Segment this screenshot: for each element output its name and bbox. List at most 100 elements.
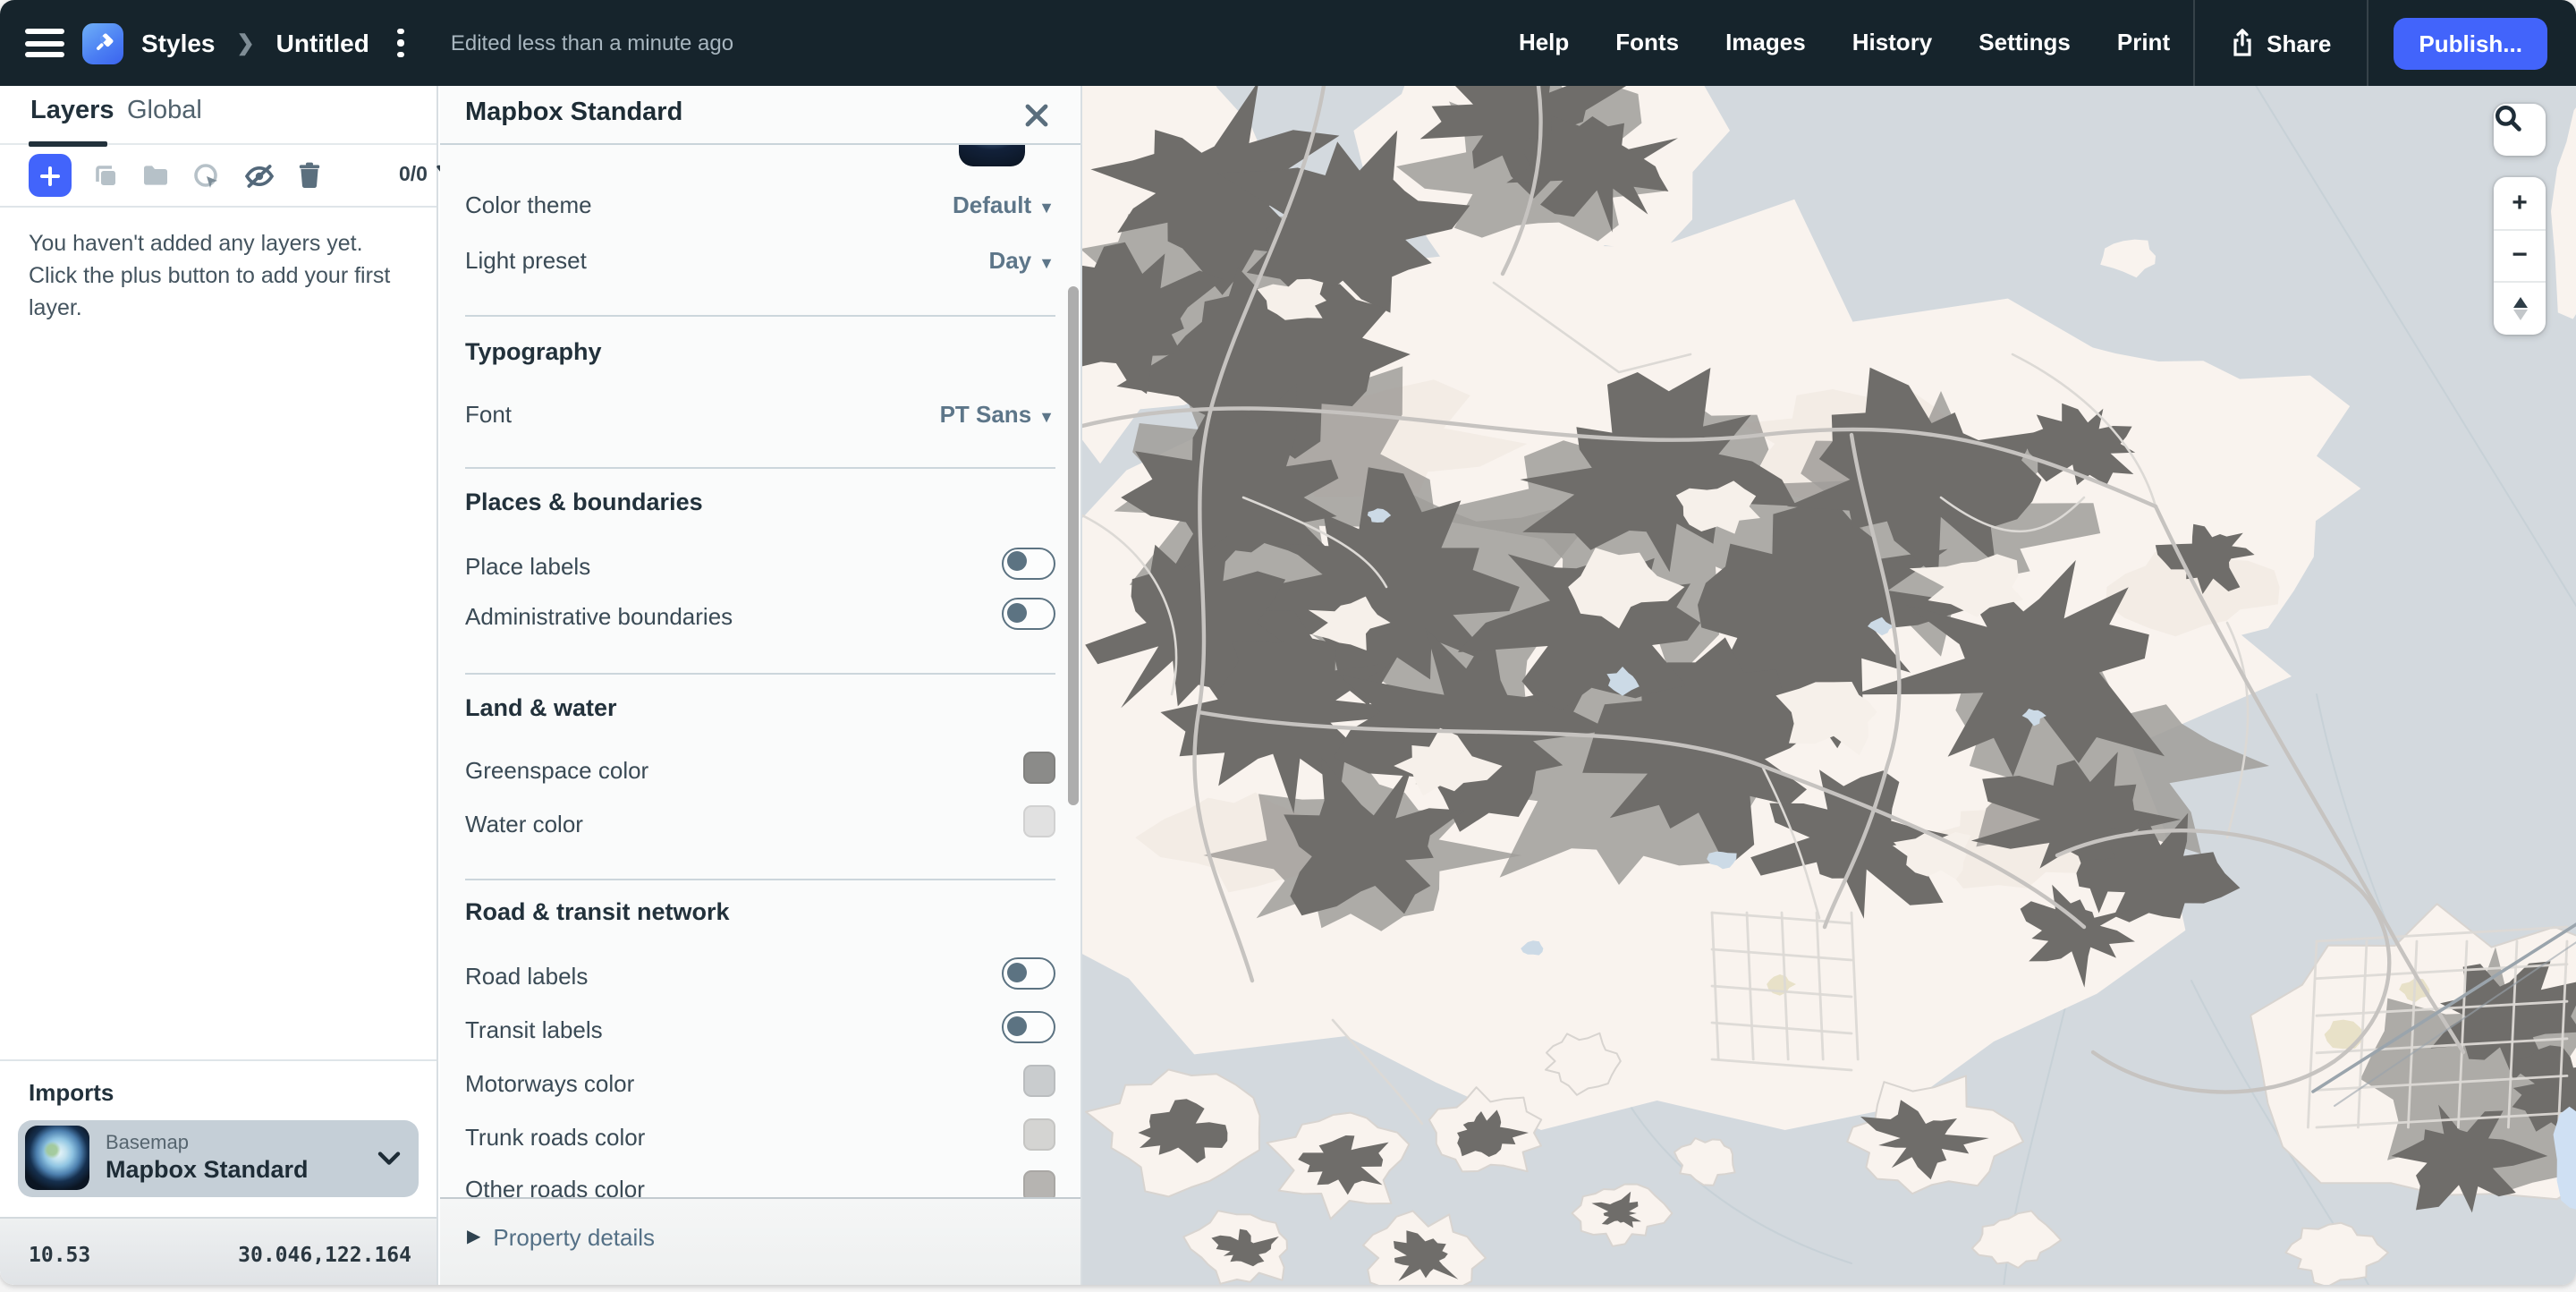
section-divider bbox=[465, 315, 1055, 317]
imports-heading: Imports bbox=[29, 1078, 419, 1105]
section-divider bbox=[465, 879, 1055, 880]
publish-button[interactable]: Publish... bbox=[2394, 17, 2547, 69]
topbar-nav-settings[interactable]: Settings bbox=[1955, 0, 2094, 86]
panel-scrollbar[interactable] bbox=[1067, 285, 1078, 804]
administrative-boundaries-toggle[interactable] bbox=[1001, 598, 1055, 630]
map-viewport[interactable]: + − bbox=[1081, 86, 2576, 1285]
layers-toolbar: 0/0 bbox=[0, 145, 436, 208]
row-label: Light preset bbox=[465, 247, 587, 274]
import-kind: Basemap bbox=[106, 1133, 309, 1154]
plus-icon bbox=[39, 164, 61, 187]
basemap-style-panel: Mapbox Standard Color themeDefault▼Light… bbox=[440, 86, 1081, 1285]
topbar-nav-help[interactable]: Help bbox=[1496, 0, 1592, 86]
style-options-kebab-icon[interactable] bbox=[387, 25, 415, 62]
layers-empty-state: You haven't added any layers yet. Click … bbox=[29, 229, 415, 325]
property-details-label: Property details bbox=[493, 1224, 655, 1251]
edited-status: Edited less than a minute ago bbox=[451, 30, 733, 55]
top-bar: Styles ❯ Untitled Edited less than a min… bbox=[0, 0, 2576, 86]
chevron-down-icon[interactable] bbox=[377, 1150, 401, 1166]
toggle-knob bbox=[1006, 603, 1026, 623]
layer-counter: 0/0 bbox=[399, 165, 428, 186]
row-transit-labels: Transit labels bbox=[440, 1011, 1080, 1050]
zoom-out-button[interactable]: − bbox=[2494, 228, 2546, 281]
import-basemap-row[interactable]: Basemap Mapbox Standard bbox=[18, 1119, 419, 1196]
topbar-nav: HelpFontsImagesHistorySettingsPrint bbox=[1496, 0, 2193, 86]
pitch-up-icon bbox=[2512, 297, 2527, 308]
section-heading-road-transit-network: Road & transit network bbox=[465, 898, 1080, 925]
section-heading-land-water: Land & water bbox=[465, 694, 1080, 721]
property-details-toggle[interactable]: ▶ Property details bbox=[467, 1224, 655, 1251]
row-administrative-boundaries: Administrative boundaries bbox=[440, 598, 1080, 637]
topbar-nav-fonts[interactable]: Fonts bbox=[1592, 0, 1702, 86]
tab-layers[interactable]: Layers bbox=[30, 97, 114, 125]
toggle-knob bbox=[1006, 1016, 1026, 1036]
place-labels-toggle[interactable] bbox=[1001, 547, 1055, 579]
row-label: Road labels bbox=[465, 963, 588, 990]
section-divider bbox=[465, 467, 1055, 469]
map-canvas[interactable] bbox=[1081, 86, 2576, 1285]
topbar-nav-images[interactable]: Images bbox=[1702, 0, 1829, 86]
close-icon[interactable] bbox=[1019, 97, 1055, 132]
paintbrush-icon bbox=[90, 30, 115, 55]
row-color-theme: Color theme Default▼ bbox=[440, 186, 1080, 225]
breadcrumb-style-title[interactable]: Untitled bbox=[276, 29, 369, 57]
greenspace-color-swatch[interactable] bbox=[1022, 752, 1055, 784]
topbar-nav-print[interactable]: Print bbox=[2094, 0, 2193, 86]
select-feature-icon[interactable] bbox=[191, 160, 222, 191]
share-button[interactable]: Share bbox=[2195, 29, 2367, 57]
water-color-swatch[interactable] bbox=[1022, 805, 1055, 837]
search-button[interactable] bbox=[2494, 103, 2546, 155]
menu-icon[interactable] bbox=[25, 29, 64, 57]
font-select[interactable]: PT Sans▼ bbox=[940, 400, 1055, 427]
studio-logo-icon[interactable] bbox=[82, 22, 123, 64]
tab-global[interactable]: Global bbox=[127, 97, 202, 125]
chevron-down-icon: ▼ bbox=[1038, 254, 1055, 272]
row-label: Color theme bbox=[465, 191, 592, 218]
pitch-toggle-button[interactable] bbox=[2494, 281, 2546, 334]
row-trunk-roads-color: Trunk roads color bbox=[440, 1118, 1080, 1158]
transit-labels-toggle[interactable] bbox=[1001, 1011, 1055, 1043]
row-font: Font PT Sans▼ bbox=[440, 395, 1080, 434]
zoom-level-value: 10.53 bbox=[29, 1241, 90, 1266]
expand-arrow-icon: ▶ bbox=[467, 1228, 480, 1247]
map-zoom-controls: + − bbox=[2494, 177, 2546, 334]
select-value: PT Sans bbox=[940, 400, 1032, 427]
group-layers-folder-icon[interactable] bbox=[141, 163, 170, 188]
select-value: Default bbox=[953, 191, 1031, 218]
layers-sidebar: Layers Global 0/0 bbox=[0, 86, 438, 1285]
row-label: Greenspace color bbox=[465, 757, 648, 784]
row-motorways-color: Motorways color bbox=[440, 1065, 1080, 1104]
duplicate-layer-icon[interactable] bbox=[93, 162, 120, 189]
row-other-roads-color: Other roads color bbox=[440, 1169, 1080, 1197]
row-label: Transit labels bbox=[465, 1016, 603, 1043]
map-status-bar: 10.53 30.046,122.164 bbox=[0, 1216, 436, 1285]
light-preset-select[interactable]: Day▼ bbox=[988, 247, 1055, 274]
row-label: Font bbox=[465, 400, 512, 427]
motorways-color-swatch[interactable] bbox=[1022, 1065, 1055, 1097]
road-labels-toggle[interactable] bbox=[1001, 957, 1055, 990]
trunk-roads-color-swatch[interactable] bbox=[1022, 1118, 1055, 1151]
row-label: Other roads color bbox=[465, 1175, 645, 1197]
zoom-in-button[interactable]: + bbox=[2494, 177, 2546, 228]
breadcrumb-section[interactable]: Styles bbox=[141, 29, 216, 57]
import-name: Mapbox Standard bbox=[106, 1156, 309, 1183]
light-preset-thumbnail[interactable] bbox=[958, 144, 1024, 166]
mapbox-studio-window: Styles ❯ Untitled Edited less than a min… bbox=[0, 0, 2576, 1292]
topbar-nav-history[interactable]: History bbox=[1829, 0, 1956, 86]
breadcrumb-chevron-icon: ❯ bbox=[237, 30, 255, 55]
coordinates-value: 30.046,122.164 bbox=[238, 1241, 411, 1266]
hide-layer-eye-off-icon[interactable] bbox=[243, 162, 275, 189]
delete-layer-trash-icon[interactable] bbox=[297, 161, 322, 190]
share-label: Share bbox=[2267, 30, 2331, 56]
style-panel-footer: ▶ Property details bbox=[440, 1197, 1080, 1285]
section-divider bbox=[465, 673, 1055, 675]
sidebar-tabs: Layers Global bbox=[0, 86, 436, 145]
search-icon bbox=[2494, 103, 2522, 132]
color-theme-select[interactable]: Default▼ bbox=[953, 191, 1055, 218]
toggle-knob bbox=[1006, 963, 1026, 982]
row-label: Motorways color bbox=[465, 1070, 634, 1097]
add-layer-button[interactable] bbox=[29, 154, 72, 197]
other-roads-color-swatch[interactable] bbox=[1022, 1169, 1055, 1197]
style-panel-title: Mapbox Standard bbox=[465, 98, 682, 127]
pitch-down-icon bbox=[2512, 310, 2527, 320]
